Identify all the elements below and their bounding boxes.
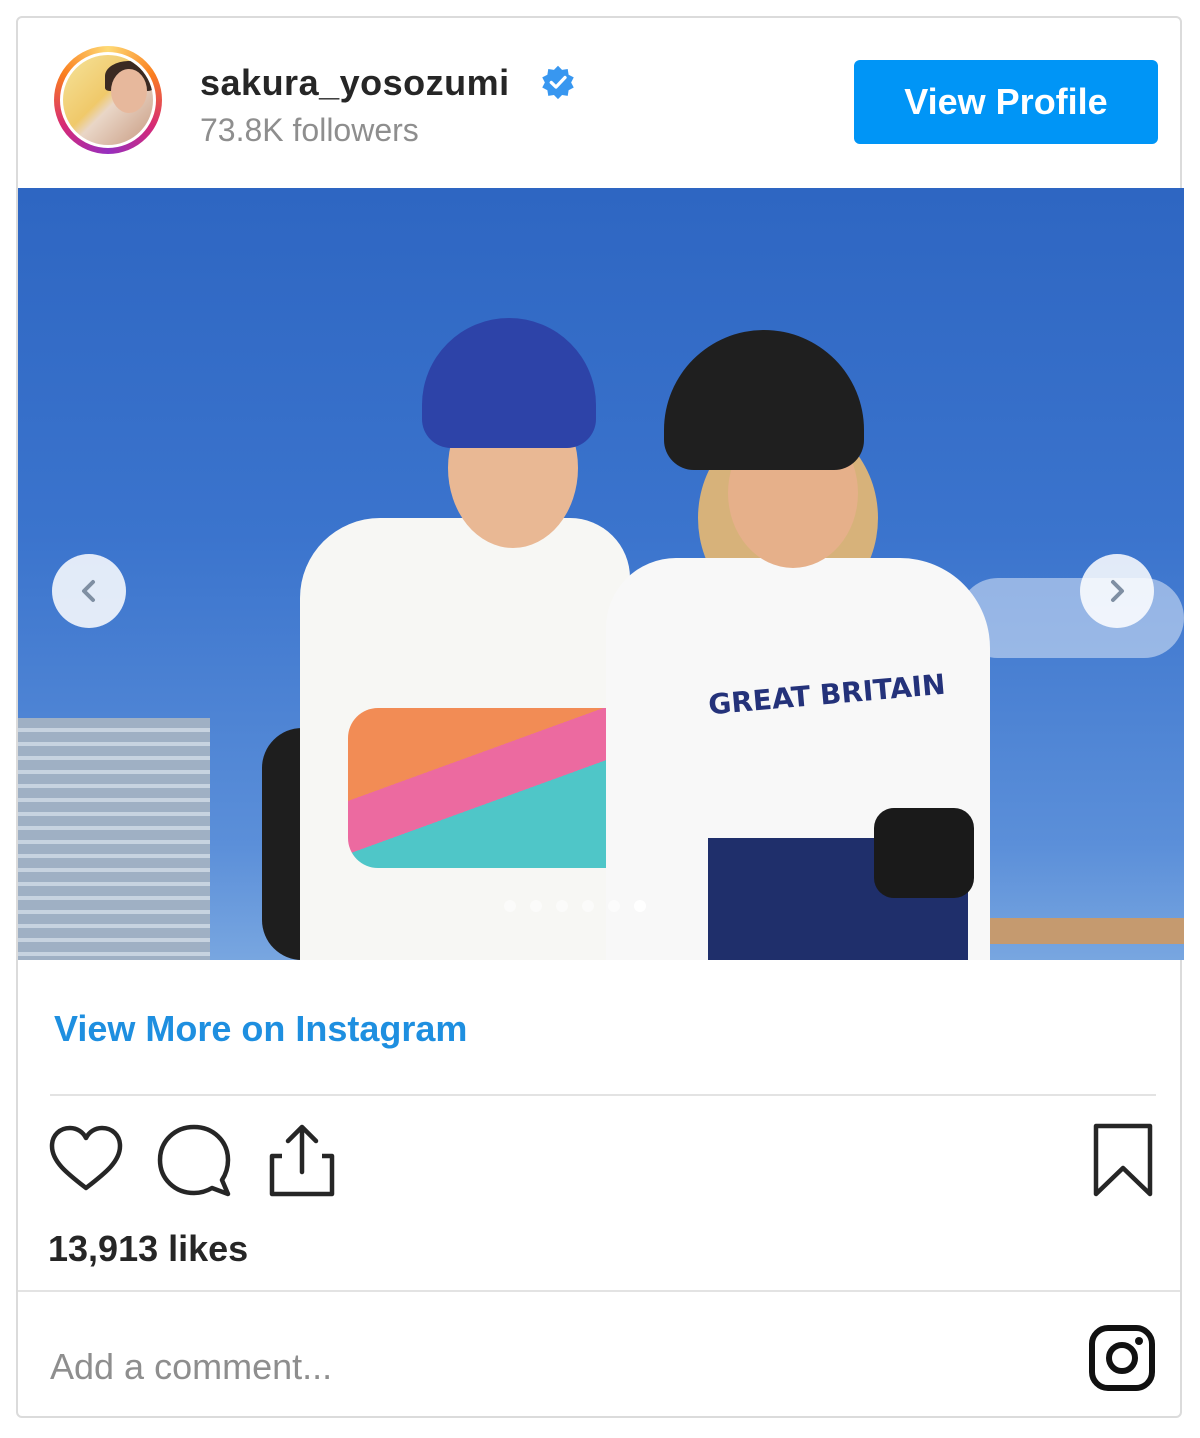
post-header: sakura_yosozumi 73.8K followers View Pro… [18,18,1180,188]
post-photo[interactable]: GREAT BRITAIN [18,188,1184,960]
avatar-face [111,69,147,113]
comment-bubble-icon[interactable] [156,1122,232,1198]
divider [18,1290,1180,1292]
skater-left-shirt-stripes [348,708,638,868]
skater-right-wristguard [874,808,974,898]
carousel-dot [530,900,542,912]
carousel-prev-button[interactable] [52,554,126,628]
background-deck [968,918,1184,944]
verified-badge-icon [542,65,574,100]
profile-avatar[interactable] [54,46,162,154]
like-count[interactable]: 13,913 likes [48,1228,248,1270]
instagram-logo-icon[interactable] [1088,1324,1156,1392]
carousel-dots [504,900,646,912]
carousel-dot [556,900,568,912]
chevron-right-icon [1111,580,1124,602]
background-building [18,718,210,960]
view-profile-button[interactable]: View Profile [854,60,1158,144]
follower-count: 73.8K followers [200,112,419,148]
chevron-left-icon [82,580,95,602]
instagram-embed-card: sakura_yosozumi 73.8K followers View Pro… [16,16,1184,1418]
carousel-dot [504,900,516,912]
carousel-dot [608,900,620,912]
heart-icon[interactable] [48,1124,124,1194]
bookmark-icon[interactable] [1092,1122,1154,1198]
avatar-image [60,52,156,148]
view-more-link[interactable]: View More on Instagram [54,1008,467,1050]
comment-input[interactable] [48,1336,1052,1398]
carousel-dot [582,900,594,912]
carousel-next-button[interactable] [1080,554,1154,628]
divider [50,1094,1156,1096]
share-icon[interactable] [268,1122,336,1198]
skater-left-helmet [422,318,596,448]
carousel-dot [634,900,646,912]
skater-right-helmet [664,330,864,470]
username[interactable]: sakura_yosozumi [200,62,510,104]
